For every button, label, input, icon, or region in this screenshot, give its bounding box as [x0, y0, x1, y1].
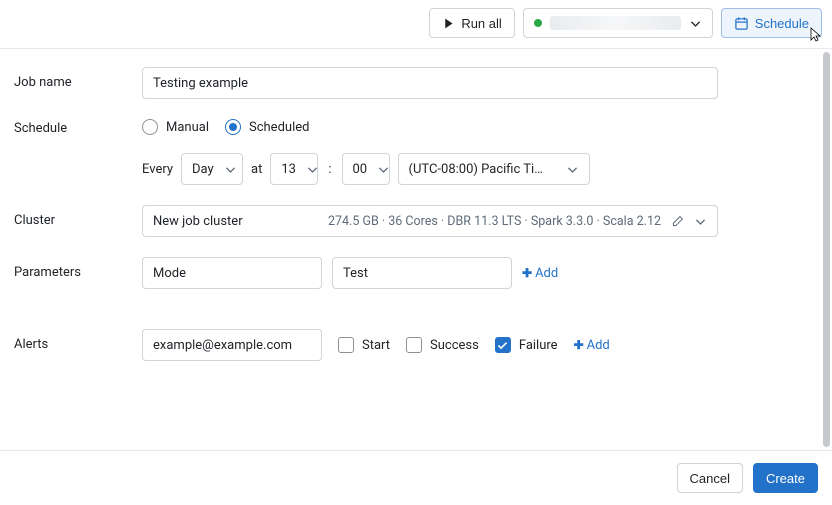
- plus-icon: ✚: [574, 338, 584, 352]
- job-name-value: Testing example: [153, 76, 248, 91]
- alerts-row: Alerts example@example.com Start Success: [14, 329, 818, 361]
- cluster-row: Cluster New job cluster 274.5 GB · 36 Co…: [14, 205, 818, 237]
- checkbox-icon: [495, 337, 511, 353]
- cluster-spec: 274.5 GB · 36 Cores · DBR 11.3 LTS · Spa…: [253, 214, 661, 229]
- job-name-label: Job name: [14, 67, 142, 90]
- chevron-down-icon: [224, 163, 237, 176]
- cluster-name-placeholder: [550, 16, 681, 30]
- alert-failure-checkbox[interactable]: Failure: [495, 337, 558, 353]
- add-alert-label: Add: [587, 338, 610, 353]
- check-icon: [496, 339, 509, 352]
- param-key-input[interactable]: Mode: [142, 257, 322, 289]
- schedule-frequency-line: Every Day at 13 : 00 (UTC-08:00) Pacific…: [142, 153, 818, 185]
- add-alert-link[interactable]: ✚ Add: [574, 338, 610, 353]
- add-parameter-label: Add: [535, 266, 558, 281]
- alert-failure-label: Failure: [519, 338, 558, 353]
- schedule-button-label: Schedule: [755, 16, 809, 31]
- cancel-button[interactable]: Cancel: [677, 463, 743, 493]
- alert-email-value: example@example.com: [153, 338, 292, 353]
- job-name-row: Job name Testing example: [14, 67, 818, 99]
- radio-icon: [142, 119, 158, 135]
- radio-scheduled[interactable]: Scheduled: [225, 119, 309, 135]
- plus-icon: ✚: [522, 266, 532, 280]
- timezone-select[interactable]: (UTC-08:00) Pacific Ti…: [398, 153, 590, 185]
- status-dot-icon: [534, 19, 542, 27]
- schedule-form: Job name Testing example Schedule Manual…: [0, 49, 832, 449]
- parameters-row: Parameters Mode Test ✚ Add: [14, 257, 818, 289]
- cluster-name: New job cluster: [153, 214, 243, 229]
- parameters-label: Parameters: [14, 257, 142, 280]
- cluster-selector[interactable]: [523, 8, 713, 38]
- dialog-footer: Cancel Create: [0, 450, 832, 505]
- cluster-label: Cluster: [14, 205, 142, 228]
- schedule-row: Schedule Manual Scheduled Every Day at: [14, 119, 818, 185]
- radio-manual[interactable]: Manual: [142, 119, 209, 135]
- chevron-down-icon: [566, 163, 579, 176]
- alert-start-label: Start: [362, 338, 390, 353]
- play-icon: [442, 17, 455, 30]
- alerts-label: Alerts: [14, 329, 142, 352]
- cancel-label: Cancel: [690, 471, 730, 486]
- create-button[interactable]: Create: [753, 463, 818, 493]
- param-value-input[interactable]: Test: [332, 257, 512, 289]
- alert-success-checkbox[interactable]: Success: [406, 337, 479, 353]
- edit-cluster-button[interactable]: [671, 215, 684, 228]
- schedule-label: Schedule: [14, 119, 142, 136]
- run-all-label: Run all: [461, 16, 501, 31]
- add-parameter-link[interactable]: ✚ Add: [522, 266, 558, 281]
- hour-select[interactable]: 13: [270, 153, 318, 185]
- run-all-button[interactable]: Run all: [429, 8, 514, 38]
- at-label: at: [251, 162, 262, 177]
- hour-value: 13: [281, 162, 296, 177]
- cluster-config[interactable]: New job cluster 274.5 GB · 36 Cores · DB…: [142, 205, 718, 237]
- top-toolbar: Run all Schedule: [0, 0, 832, 49]
- create-label: Create: [766, 471, 805, 486]
- frequency-unit-value: Day: [192, 162, 214, 177]
- chevron-down-icon: [377, 163, 390, 176]
- minute-value: 00: [353, 162, 368, 177]
- checkbox-icon: [338, 337, 354, 353]
- time-colon: :: [326, 162, 333, 177]
- schedule-mode-group: Manual Scheduled: [142, 119, 818, 135]
- timezone-value: (UTC-08:00) Pacific Ti…: [409, 162, 543, 177]
- minute-select[interactable]: 00: [342, 153, 390, 185]
- chevron-down-icon: [306, 163, 319, 176]
- alerts-line: example@example.com Start Success Failur…: [142, 329, 818, 361]
- radio-manual-label: Manual: [166, 120, 209, 135]
- alert-success-label: Success: [430, 338, 479, 353]
- chevron-down-icon: [689, 17, 702, 30]
- expand-cluster-button[interactable]: [694, 215, 707, 228]
- alert-start-checkbox[interactable]: Start: [338, 337, 390, 353]
- scrollbar[interactable]: [823, 52, 830, 447]
- every-label: Every: [142, 162, 173, 177]
- parameters-line: Mode Test ✚ Add: [142, 257, 818, 289]
- frequency-unit-select[interactable]: Day: [181, 153, 243, 185]
- alert-email-input[interactable]: example@example.com: [142, 329, 322, 361]
- schedule-button[interactable]: Schedule: [721, 8, 822, 38]
- param-value-value: Test: [343, 266, 368, 281]
- radio-scheduled-label: Scheduled: [249, 120, 309, 135]
- checkbox-icon: [406, 337, 422, 353]
- chevron-down-icon: [694, 215, 707, 228]
- pencil-icon: [671, 215, 684, 228]
- param-key-value: Mode: [153, 266, 186, 281]
- calendar-icon: [734, 16, 749, 31]
- radio-icon: [225, 119, 241, 135]
- job-name-input[interactable]: Testing example: [142, 67, 718, 99]
